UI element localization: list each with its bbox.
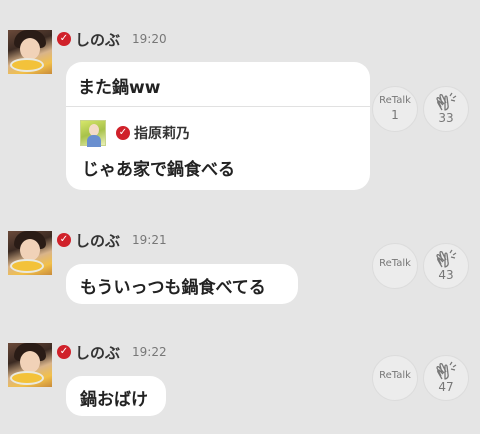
retalk-count: 1 bbox=[391, 108, 399, 122]
quoted-user-name: 指原莉乃 bbox=[134, 126, 190, 142]
message-bubble[interactable]: 鍋おばけ bbox=[66, 376, 166, 416]
message-text: 鍋おばけ bbox=[80, 390, 148, 410]
user-name[interactable]: しのぶ bbox=[75, 342, 120, 363]
clap-hands-icon bbox=[436, 249, 457, 268]
message-text: また鍋ww bbox=[78, 78, 161, 98]
clap-count: 47 bbox=[438, 380, 454, 394]
timestamp: 19:22 bbox=[132, 345, 167, 359]
quoted-avatar bbox=[80, 120, 106, 147]
clap-count: 43 bbox=[438, 268, 454, 282]
clap-hands-icon bbox=[436, 92, 457, 111]
quoted-text: じゃあ家で鍋食べる bbox=[82, 160, 235, 180]
clap-hands-icon bbox=[436, 361, 457, 380]
retalk-label: ReTalk bbox=[379, 370, 411, 381]
retalk-label: ReTalk bbox=[379, 258, 411, 269]
user-name[interactable]: しのぶ bbox=[75, 29, 120, 50]
user-name[interactable]: しのぶ bbox=[75, 230, 120, 251]
verified-check-icon: ✓ bbox=[57, 345, 71, 359]
message-bubble[interactable]: もういっつも鍋食べてる bbox=[66, 264, 298, 304]
message-bubble[interactable]: また鍋ww bbox=[66, 62, 370, 106]
avatar[interactable] bbox=[8, 343, 52, 387]
clap-count: 33 bbox=[438, 111, 454, 125]
verified-check-icon: ✓ bbox=[57, 32, 71, 46]
avatar[interactable] bbox=[8, 30, 52, 74]
retalk-button[interactable]: ReTalk bbox=[372, 355, 418, 401]
timestamp: 19:20 bbox=[132, 32, 167, 46]
retalk-button[interactable]: ReTalk bbox=[372, 243, 418, 289]
message-text: もういっつも鍋食べてる bbox=[80, 278, 266, 298]
retalk-label: ReTalk bbox=[379, 95, 411, 106]
verified-check-icon: ✓ bbox=[116, 126, 130, 140]
avatar[interactable] bbox=[8, 231, 52, 275]
retalk-button[interactable]: ReTalk 1 bbox=[372, 86, 418, 132]
clap-button[interactable]: 43 bbox=[423, 243, 469, 289]
quoted-message[interactable]: ✓ 指原莉乃 じゃあ家で鍋食べる bbox=[66, 106, 370, 190]
timestamp: 19:21 bbox=[132, 233, 167, 247]
verified-check-icon: ✓ bbox=[57, 233, 71, 247]
clap-button[interactable]: 47 bbox=[423, 355, 469, 401]
clap-button[interactable]: 33 bbox=[423, 86, 469, 132]
